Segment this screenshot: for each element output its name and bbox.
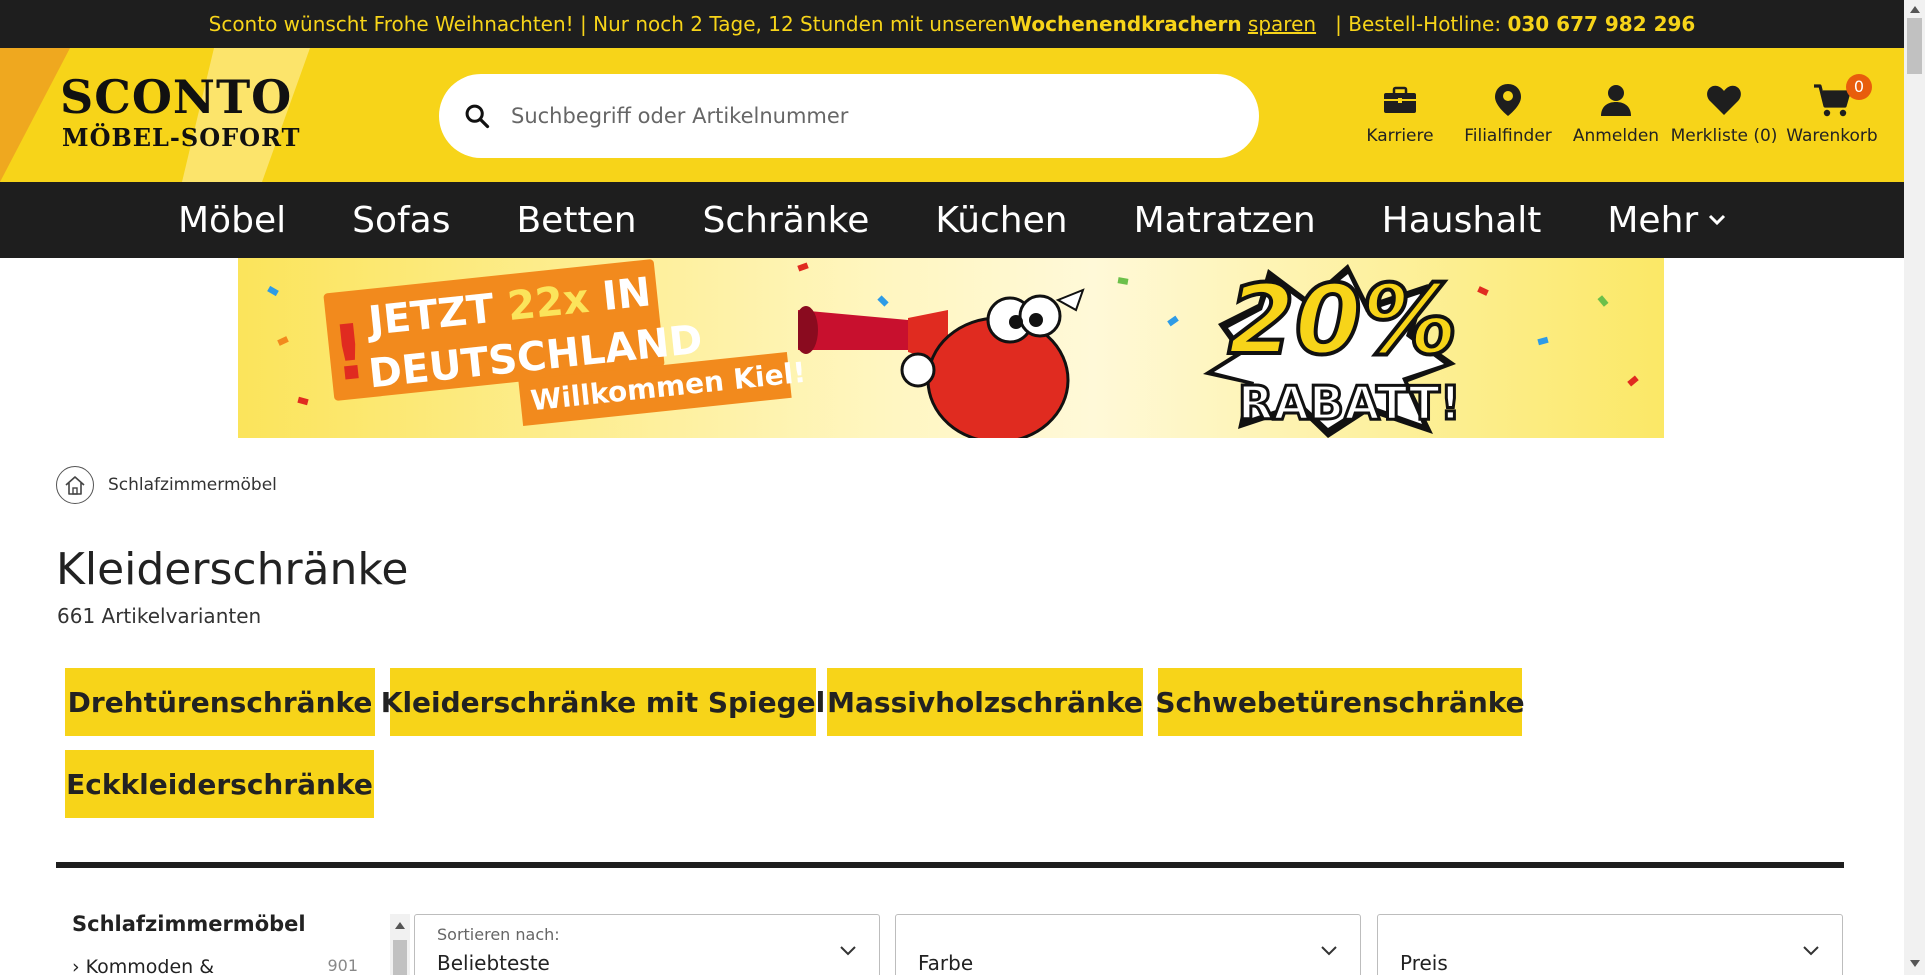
chip-eckkleiderschraenke[interactable]: Eckkleiderschränke: [65, 750, 374, 818]
user-icon: [1601, 85, 1631, 116]
nav-item-matratzen[interactable]: Matratzen: [1134, 200, 1316, 241]
mascot-megaphone-image: [798, 288, 1085, 438]
price-filter-label: Preis: [1400, 951, 1448, 975]
breadcrumb: Schlafzimmermöbel: [56, 466, 277, 504]
promo-highlight: Wochenendkrachern: [1010, 12, 1242, 36]
header-actions: Karriere Filialfinder Anmelden Merkliste…: [1346, 74, 1886, 168]
cart-label: Warenkorb: [1786, 126, 1878, 146]
section-divider: [56, 862, 1844, 868]
heart-icon: [1707, 85, 1741, 115]
search-box[interactable]: [439, 74, 1259, 158]
chevron-down-icon: [1321, 946, 1337, 956]
promo-banner[interactable]: ! JETZT 22x IN DEUTSCHLAND Willkommen Ki…: [238, 258, 1664, 438]
page-scrollbar[interactable]: [1904, 0, 1925, 975]
logo-line2: MÖBEL-SOFORT: [62, 123, 301, 152]
breadcrumb-item[interactable]: Schlafzimmermöbel: [108, 475, 277, 495]
chip-drehtuerenschraenke[interactable]: Drehtürenschränke: [65, 668, 375, 736]
store-finder-label: Filialfinder: [1464, 126, 1552, 146]
careers-label: Karriere: [1366, 126, 1434, 146]
promo-hotline-label: | Bestell-Hotline:: [1316, 12, 1508, 36]
sconto-logo[interactable]: SCONTO MÖBEL-SOFORT: [0, 48, 312, 182]
scroll-up-icon[interactable]: [1910, 6, 1920, 13]
nav-item-mehr-label: Mehr: [1607, 199, 1699, 241]
scroll-thumb[interactable]: [1907, 18, 1922, 74]
login-label: Anmelden: [1572, 126, 1660, 146]
sidebar-scrollbar[interactable]: [390, 914, 410, 975]
banner-discount-percent: 20%: [1226, 262, 1460, 378]
chevron-down-icon: [840, 946, 856, 956]
careers-link[interactable]: Karriere: [1346, 78, 1454, 168]
briefcase-icon: [1384, 86, 1416, 113]
page-title: Kleiderschränke: [56, 544, 409, 595]
promo-text: Sconto wünscht Frohe Weihnachten! | Nur …: [208, 12, 1011, 36]
sidebar-item-count: 901: [327, 956, 358, 975]
nav-item-schraenke[interactable]: Schränke: [703, 200, 870, 241]
chip-schwebetuerenschraenke[interactable]: Schwebetürenschränke: [1155, 668, 1525, 736]
nav-item-betten[interactable]: Betten: [516, 200, 636, 241]
chevron-down-icon: [1709, 214, 1726, 226]
scroll-down-icon[interactable]: [1910, 960, 1920, 967]
nav-item-kuechen[interactable]: Küchen: [935, 200, 1067, 241]
nav-item-sofas[interactable]: Sofas: [352, 200, 450, 241]
chip-massivholzschraenke[interactable]: Massivholzschränke: [827, 668, 1143, 736]
chevron-down-icon: [1803, 946, 1819, 956]
color-filter[interactable]: Farbe: [895, 914, 1361, 975]
sidebar-item-label: › Kommoden &: [72, 956, 215, 975]
article-count: 661 Artikelvarianten: [57, 604, 262, 628]
search-input[interactable]: [511, 92, 1231, 140]
sort-label: Sortieren nach:: [437, 925, 560, 944]
banner-discount-label: RABATT!: [1237, 375, 1463, 432]
home-icon[interactable]: [56, 466, 94, 504]
nav-item-mehr[interactable]: Mehr: [1607, 200, 1726, 241]
login-link[interactable]: Anmelden: [1562, 78, 1670, 168]
nav-item-haushalt[interactable]: Haushalt: [1382, 200, 1542, 241]
color-filter-label: Farbe: [918, 951, 974, 975]
promo-bar: Sconto wünscht Frohe Weihnachten! | Nur …: [0, 0, 1904, 48]
nav-item-moebel[interactable]: Möbel: [178, 200, 286, 241]
sidebar-heading[interactable]: Schlafzimmermöbel: [72, 912, 306, 936]
promo-link[interactable]: sparen: [1248, 12, 1316, 36]
sort-select[interactable]: Sortieren nach: Beliebteste: [414, 914, 880, 975]
wishlist-label: Merkliste (0): [1670, 126, 1778, 146]
hotline-number[interactable]: 030 677 982 296: [1507, 12, 1695, 36]
cart-count-badge: 0: [1846, 74, 1872, 100]
wishlist-link[interactable]: Merkliste (0): [1670, 78, 1778, 168]
logo-line1: SCONTO: [60, 70, 293, 124]
price-filter[interactable]: Preis: [1377, 914, 1843, 975]
site-header: SCONTO MÖBEL-SOFORT Karriere Filialfinde…: [0, 48, 1904, 182]
sidebar-item-kommoden[interactable]: › Kommoden & 901: [72, 956, 362, 975]
search-icon[interactable]: [463, 102, 491, 130]
chip-kleiderschraenke-mit-spiegel[interactable]: Kleiderschränke mit Spiegel: [381, 668, 825, 736]
category-nav: Möbel Sofas Betten Schränke Küchen Matra…: [0, 182, 1904, 258]
cart-link[interactable]: 0 Warenkorb: [1778, 74, 1886, 168]
location-pin-icon: [1495, 84, 1521, 116]
sort-value: Beliebteste: [437, 951, 550, 975]
store-finder-link[interactable]: Filialfinder: [1454, 78, 1562, 168]
